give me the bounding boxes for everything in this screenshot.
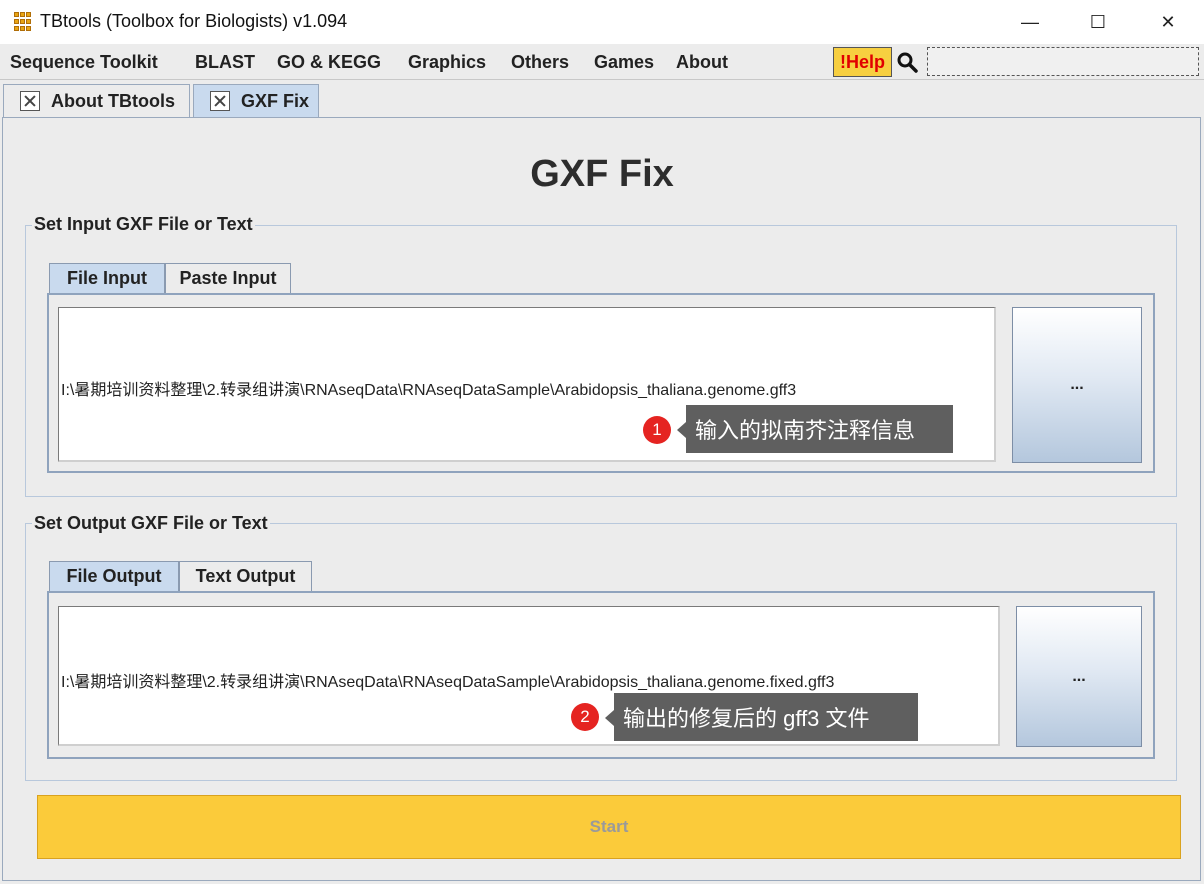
close-button[interactable]: ✕ [1133,0,1203,44]
menu-games[interactable]: Games [594,52,654,73]
tab-file-input[interactable]: File Input [49,263,165,293]
menu-about[interactable]: About [676,52,728,73]
page-title: GXF Fix [530,153,674,195]
help-button[interactable]: !Help [833,47,892,77]
menu-graphics[interactable]: Graphics [408,52,486,73]
search-icon[interactable] [896,51,920,75]
menu-blast[interactable]: BLAST [195,52,255,73]
menu-others[interactable]: Others [511,52,569,73]
minimize-button[interactable]: — [995,0,1065,44]
tab-file-output[interactable]: File Output [49,561,179,591]
tab-label: About TBtools [51,90,175,111]
input-file-path: I:\暑期培训资料整理\2.转录组讲演\RNAseqData\RNAseqDat… [61,382,797,399]
input-browse-button[interactable]: ... [1012,307,1142,463]
callout-badge: 2 [571,703,599,731]
close-tab-icon[interactable] [20,91,40,111]
menu-sequence-toolkit[interactable]: Sequence Toolkit [10,52,158,73]
input-callout: 输入的拟南芥注释信息 [677,405,953,453]
maximize-button[interactable]: ☐ [1063,0,1133,44]
menu-go-kegg[interactable]: GO & KEGG [277,52,381,73]
window-title: TBtools (Toolbox for Biologists) v1.094 [40,11,348,31]
tab-about-tbtools[interactable]: About TBtools [3,84,190,117]
output-browse-button[interactable]: ... [1016,606,1142,747]
title-bar: TBtools (Toolbox for Biologists) v1.094 … [0,0,1204,44]
tab-label: GXF Fix [241,90,310,111]
tab-paste-input[interactable]: Paste Input [165,263,291,293]
tab-gxf-fix[interactable]: GXF Fix [193,84,319,117]
start-button[interactable]: Start [37,795,1181,859]
output-group-title: Set Output GXF File or Text [32,513,270,534]
close-tab-icon[interactable] [210,91,230,111]
callout-badge: 1 [643,416,671,444]
input-group-title: Set Input GXF File or Text [32,214,255,235]
tbtools-logo-icon [14,12,32,32]
output-callout: 输出的修复后的 gff3 文件 [605,693,918,741]
tab-text-output[interactable]: Text Output [179,561,312,591]
output-file-path: I:\暑期培训资料整理\2.转录组讲演\RNAseqData\RNAseqDat… [61,674,835,691]
search-input[interactable] [927,47,1199,76]
